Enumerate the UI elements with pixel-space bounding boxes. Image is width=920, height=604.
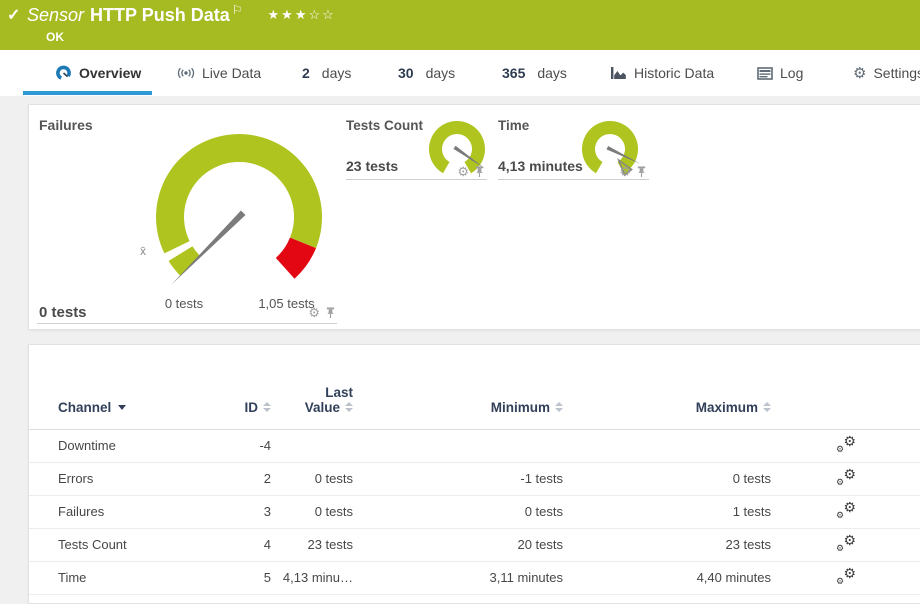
- sort-toggle-icon: [763, 402, 771, 412]
- sort-toggle-icon: [263, 402, 271, 412]
- column-header-channel[interactable]: Channel: [29, 345, 209, 429]
- channel-maximum: [563, 429, 771, 462]
- table-row-downtime: Downtime -4 ⚙⚙: [29, 429, 920, 462]
- priority-stars[interactable]: ★★★☆☆: [268, 7, 336, 22]
- tab-bar: Overview Live Data 2days 30days 365days …: [0, 50, 920, 96]
- column-header-last-value[interactable]: Last Value: [271, 345, 353, 429]
- gauges-panel: Failures x̄ 0 tests 1,05 tests 0 tests ⚙…: [28, 104, 920, 330]
- channel-id: 3: [209, 495, 271, 528]
- table-header-row: Channel ID Last Value Minimum Maximum: [29, 345, 920, 429]
- channel-name: Downtime: [29, 429, 209, 462]
- gauge-icon: [55, 65, 72, 81]
- channels-panel: Channel ID Last Value Minimum Maximum: [28, 344, 920, 604]
- column-header-actions: [771, 345, 920, 429]
- tab-log[interactable]: Log: [757, 50, 803, 96]
- gauge-settings-gear-icon[interactable]: ⚙: [308, 306, 320, 319]
- channel-name: Failures: [29, 495, 209, 528]
- time-gauge-title: Time: [498, 118, 529, 133]
- tab-settings[interactable]: ⚙ Settings: [853, 50, 920, 96]
- area-chart-icon: [610, 66, 627, 80]
- column-header-id[interactable]: ID: [209, 345, 271, 429]
- object-kind-label: Sensor: [27, 5, 84, 25]
- channel-name: Errors: [29, 462, 209, 495]
- pin-icon[interactable]: [325, 306, 336, 319]
- tests-count-widget-divider: [346, 179, 487, 180]
- tab-settings-label: Settings: [873, 65, 920, 81]
- channel-last-value: 0 tests: [271, 462, 353, 495]
- time-widget-divider: [498, 179, 649, 180]
- pin-icon[interactable]: [474, 165, 485, 178]
- tab-historic-data[interactable]: Historic Data: [610, 50, 714, 96]
- priority-flag-icon[interactable]: ⚐: [232, 3, 243, 17]
- tab-365-days[interactable]: 365days: [502, 50, 567, 96]
- failures-gauge: x̄: [134, 120, 344, 310]
- table-row-errors: Errors 2 0 tests -1 tests 0 tests ⚙⚙: [29, 462, 920, 495]
- channel-maximum: 1 tests: [563, 495, 771, 528]
- channel-settings-icon[interactable]: ⚙⚙: [836, 469, 856, 486]
- tab-historic-data-label: Historic Data: [634, 65, 714, 81]
- channels-table: Channel ID Last Value Minimum Maximum: [29, 345, 920, 595]
- tab-30-days[interactable]: 30days: [398, 50, 455, 96]
- channel-id: 5: [209, 561, 271, 594]
- channel-last-value: [271, 429, 353, 462]
- channel-name: Time: [29, 561, 209, 594]
- tab-live-data-label: Live Data: [202, 65, 261, 81]
- channel-minimum: 0 tests: [353, 495, 563, 528]
- sort-desc-icon: [118, 405, 126, 410]
- table-row-time: Time 5 4,13 minu… 3,11 minutes 4,40 minu…: [29, 561, 920, 594]
- channel-last-value: 23 tests: [271, 528, 353, 561]
- settings-gear-icon: ⚙: [853, 66, 866, 81]
- table-row-failures: Failures 3 0 tests 0 tests 1 tests ⚙⚙: [29, 495, 920, 528]
- channel-id: 4: [209, 528, 271, 561]
- log-list-icon: [757, 67, 773, 80]
- channel-minimum: [353, 429, 563, 462]
- channel-settings-icon[interactable]: ⚙⚙: [836, 568, 856, 585]
- pin-icon[interactable]: [636, 165, 647, 178]
- tab-live-data[interactable]: Live Data: [177, 50, 261, 96]
- ok-check-icon: ✓: [7, 5, 20, 25]
- channel-settings-icon[interactable]: ⚙⚙: [836, 502, 856, 519]
- channel-name: Tests Count: [29, 528, 209, 561]
- column-header-maximum[interactable]: Maximum: [563, 345, 771, 429]
- gauge-settings-gear-icon[interactable]: ⚙: [457, 165, 469, 178]
- failures-current-value: 0 tests: [39, 304, 87, 321]
- active-tab-underline: [23, 91, 152, 95]
- channel-settings-icon[interactable]: ⚙⚙: [836, 436, 856, 453]
- tab-2-days[interactable]: 2days: [302, 50, 351, 96]
- channel-minimum: 3,11 minutes: [353, 561, 563, 594]
- tab-log-label: Log: [780, 65, 803, 81]
- channel-minimum: -1 tests: [353, 462, 563, 495]
- gauge-scale-min: 0 tests: [144, 296, 224, 311]
- sort-toggle-icon: [345, 402, 353, 412]
- sensor-status-text: OK: [46, 30, 64, 44]
- time-value: 4,13 minutes: [498, 158, 583, 174]
- channel-minimum: 20 tests: [353, 528, 563, 561]
- channel-id: -4: [209, 429, 271, 462]
- tab-overview[interactable]: Overview: [55, 50, 141, 96]
- channel-maximum: 23 tests: [563, 528, 771, 561]
- column-header-minimum[interactable]: Minimum: [353, 345, 563, 429]
- gauge-settings-gear-icon[interactable]: ⚙: [619, 165, 631, 178]
- sort-toggle-icon: [555, 402, 563, 412]
- sensor-title: HTTP Push Data: [90, 5, 230, 25]
- tests-count-value: 23 tests: [346, 158, 398, 174]
- channel-maximum: 0 tests: [563, 462, 771, 495]
- failures-widget-divider: [37, 323, 337, 324]
- tests-count-gauge-title: Tests Count: [346, 118, 423, 133]
- channel-id: 2: [209, 462, 271, 495]
- average-marker-label: x̄: [140, 244, 146, 258]
- failures-gauge-title: Failures: [39, 117, 93, 133]
- sensor-status-bar: ✓ Sensor HTTP Push Data⚐ ★★★☆☆ OK: [0, 0, 920, 50]
- tab-overview-label: Overview: [79, 65, 141, 81]
- channel-last-value: 0 tests: [271, 495, 353, 528]
- broadcast-icon: [177, 66, 195, 80]
- channel-maximum: 4,40 minutes: [563, 561, 771, 594]
- channel-last-value: 4,13 minu…: [271, 561, 353, 594]
- table-row-tests-count: Tests Count 4 23 tests 20 tests 23 tests…: [29, 528, 920, 561]
- channel-settings-icon[interactable]: ⚙⚙: [836, 535, 856, 552]
